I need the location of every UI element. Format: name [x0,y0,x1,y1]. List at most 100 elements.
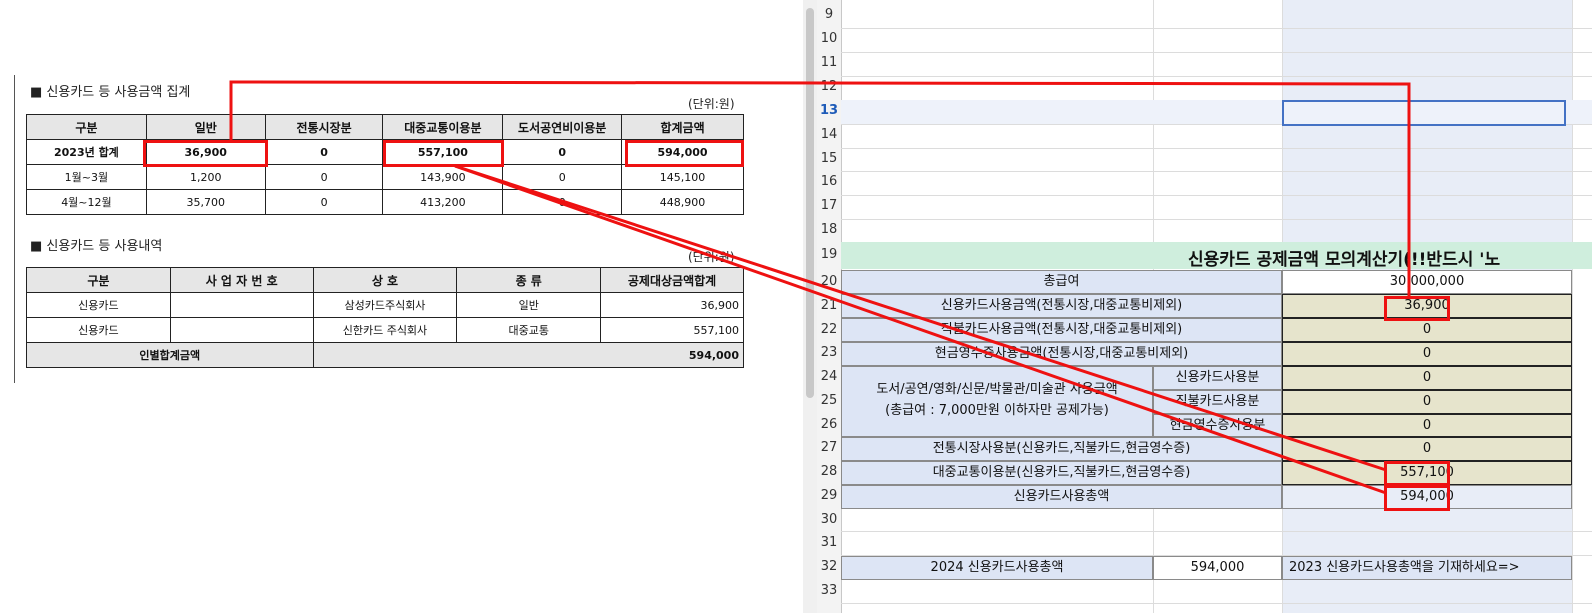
highlight-box-credit-card [1384,296,1450,321]
header-cell: 상 호 [312,267,458,293]
label-public-transit[interactable]: 대중교통이용분(신용카드,직불카드,현금영수증) [841,461,1282,485]
unit-label-summary: (단위:원) [688,97,735,111]
grid-row [841,52,1592,53]
table-cell: 0 [264,189,384,215]
value-total-salary[interactable]: 30,000,000 [1282,270,1572,294]
table-cell: 0 [502,189,623,215]
unit-label-details: (단위:원) [688,250,735,264]
summary-header-row: 구분 일반 전통시장분 대중교통이용분 도서공연비이용분 합계금액 [26,114,744,140]
grid-row [841,195,1592,196]
row-number[interactable]: 21 [817,298,841,313]
active-cell[interactable] [1282,100,1566,126]
value-2024-card-total[interactable]: 594,000 [1153,556,1282,580]
table-cell: 145,100 [621,164,744,190]
table-cell: 삼성카드주식회사 [312,292,458,318]
row-number[interactable]: 16 [817,174,841,189]
row-number[interactable]: 15 [817,151,841,166]
table-row: 4월~12월 35,700 0 413,200 0 448,900 [26,189,744,215]
label-2024-card-total[interactable]: 2024 신용카드사용총액 [841,556,1153,580]
note-2023-card-total[interactable]: 2023 신용카드사용총액을 기재하세요=> [1282,556,1572,580]
row-number[interactable]: 33 [817,583,841,598]
spreadsheet-pane: 9 10 11 12 13 14 15 16 17 18 19 20 21 22… [803,0,1592,613]
highlight-box-transit [383,140,504,167]
column-divider [1572,0,1573,613]
highlight-box-transit-value [1384,461,1450,486]
calculator-title: 신용카드 공제금액 모의계산기(!!반드시 '노 [1188,250,1501,270]
header-cell: 대중교통이용분 [382,114,504,140]
row-number[interactable]: 27 [817,440,841,455]
header-cell: 합계금액 [621,114,744,140]
table-cell: 35,700 [145,189,266,215]
section-title-summary: ■ 신용카드 등 사용금액 집계 [30,85,191,100]
grid-row [841,531,1592,532]
row-number[interactable]: 19 [817,247,841,262]
label-traditional-market[interactable]: 전통시장사용분(신용카드,직불카드,현금영수증) [841,437,1282,461]
document-pane: ■ 신용카드 등 사용금액 집계 (단위:원) 구분 일반 전통시장분 대중교통… [0,0,800,613]
detail-table: 구분 사 업 자 번 호 상 호 종 류 공제대상금액합계 신용카드 삼성카드주… [26,267,745,368]
input-debit-card[interactable]: 0 [1282,318,1572,342]
row-number[interactable]: 11 [817,55,841,70]
table-cell: 신용카드 [26,292,171,318]
scrollbar-thumb[interactable] [806,8,814,398]
row-number[interactable]: 24 [817,369,841,384]
row-number[interactable]: 18 [817,222,841,237]
row-number[interactable]: 20 [817,274,841,289]
table-row: 1월~3월 1,200 0 143,900 0 145,100 [26,164,744,190]
redacted-cell [169,292,314,318]
total-label: 인별합계금액 [26,342,314,368]
row-number[interactable]: 12 [817,79,841,94]
table-cell: 신용카드 [26,317,171,343]
row-number[interactable]: 32 [817,559,841,574]
table-row: 신용카드 삼성카드주식회사 일반 36,900 [26,292,744,318]
row-number[interactable]: 31 [817,535,841,550]
input-books-credit[interactable]: 0 [1282,366,1572,390]
row-number[interactable]: 14 [817,127,841,142]
label-credit-card[interactable]: 신용카드사용금액(전통시장,대중교통비제외) [841,294,1282,318]
header-cell: 일반 [145,114,266,140]
input-cash-receipt[interactable]: 0 [1282,342,1572,366]
label-cash-receipt[interactable]: 현금영수증사용금액(전통시장,대중교통비제외) [841,342,1282,366]
table-cell: 0 [502,164,623,190]
header-cell: 구분 [26,114,147,140]
table-cell: 557,100 [600,317,744,343]
label-books-culture[interactable]: 도서/공연/영화/신문/박물관/미술관 사용금액 (총급여 : 7,000만원 … [841,366,1153,437]
header-cell: 전통시장분 [264,114,384,140]
header-cell: 사 업 자 번 호 [169,267,314,293]
row-number[interactable]: 10 [817,31,841,46]
vertical-scrollbar[interactable] [803,0,818,613]
input-books-cash[interactable]: 0 [1282,414,1572,437]
total-value: 594,000 [312,342,745,368]
row-number[interactable]: 17 [817,198,841,213]
books-label-line1: 도서/공연/영화/신문/박물관/미술관 사용금액 [876,382,1118,397]
label-books-cash[interactable]: 현금영수증사용분 [1153,414,1282,437]
row-number[interactable]: 28 [817,464,841,479]
detail-header-row: 구분 사 업 자 번 호 상 호 종 류 공제대상금액합계 [26,267,744,293]
grid-row [841,603,1592,604]
row-number-selected[interactable]: 13 [817,103,841,118]
label-debit-card[interactable]: 직불카드사용금액(전통시장,대중교통비제외) [841,318,1282,342]
row-number[interactable]: 23 [817,345,841,360]
row-number[interactable]: 22 [817,322,841,337]
input-traditional-market[interactable]: 0 [1282,437,1572,461]
header-cell: 종 류 [456,267,602,293]
header-cell: 도서공연비이용분 [502,114,623,140]
label-card-total[interactable]: 신용카드사용총액 [841,485,1282,509]
row-number[interactable]: 30 [817,512,841,527]
label-books-credit[interactable]: 신용카드사용분 [1153,366,1282,390]
label-books-debit[interactable]: 직불카드사용분 [1153,390,1282,414]
table-cell: 0 [264,139,384,165]
row-number[interactable]: 9 [817,7,841,22]
page-margin-line [14,75,15,383]
row-number[interactable]: 26 [817,417,841,432]
table-cell: 448,900 [621,189,744,215]
table-row: 신용카드 신한카드 주식회사 대중교통 557,100 [26,317,744,343]
row-number[interactable]: 25 [817,393,841,408]
table-cell: 일반 [456,292,602,318]
table-cell: 대중교통 [456,317,602,343]
label-total-salary[interactable]: 총급여 [841,270,1282,294]
input-books-debit[interactable]: 0 [1282,390,1572,414]
table-row-total: 인별합계금액 594,000 [26,342,745,368]
table-cell: 1월~3월 [26,164,147,190]
row-number[interactable]: 29 [817,488,841,503]
table-cell: 4월~12월 [26,189,147,215]
